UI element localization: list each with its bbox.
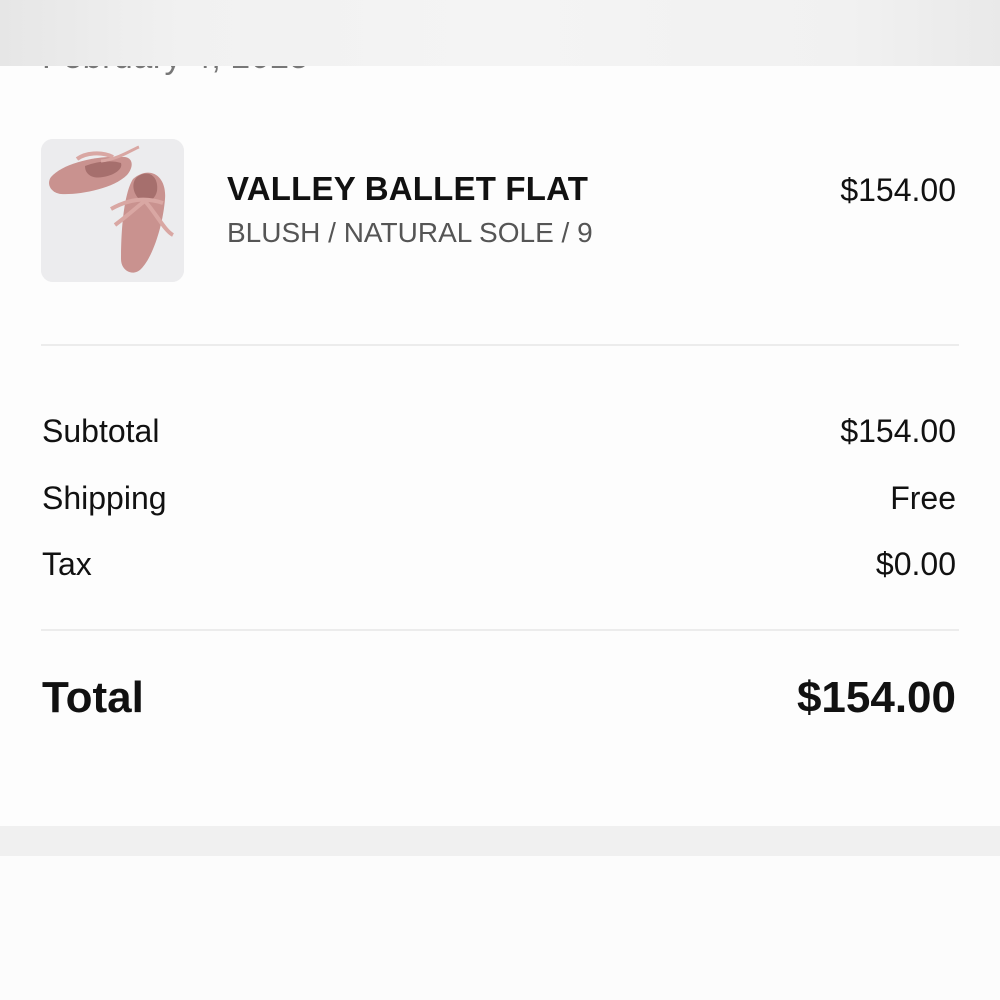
section-separator bbox=[0, 826, 1000, 856]
tax-label: Tax bbox=[42, 546, 92, 582]
subtotal-label: Subtotal bbox=[42, 413, 160, 449]
product-thumbnail[interactable] bbox=[41, 139, 184, 282]
product-price: $154.00 bbox=[840, 172, 956, 208]
divider bbox=[41, 629, 959, 631]
ballet-flat-icon bbox=[41, 139, 184, 282]
bottom-area bbox=[0, 856, 1000, 1000]
tax-value: $0.00 bbox=[875, 546, 956, 582]
product-name[interactable]: VALLEY BALLET FLAT bbox=[227, 170, 588, 208]
divider bbox=[41, 344, 959, 346]
top-header bbox=[0, 0, 1000, 66]
shipping-label: Shipping bbox=[42, 480, 167, 516]
product-variant: BLUSH / NATURAL SOLE / 9 bbox=[227, 217, 593, 248]
shipping-value: Free bbox=[890, 480, 956, 516]
subtotal-value: $154.00 bbox=[840, 413, 956, 449]
total-label: Total bbox=[42, 673, 144, 722]
order-page: February 4, 2025 VALLEY BALLET FLAT BLUS… bbox=[0, 0, 1000, 1000]
total-value: $154.00 bbox=[796, 673, 956, 722]
